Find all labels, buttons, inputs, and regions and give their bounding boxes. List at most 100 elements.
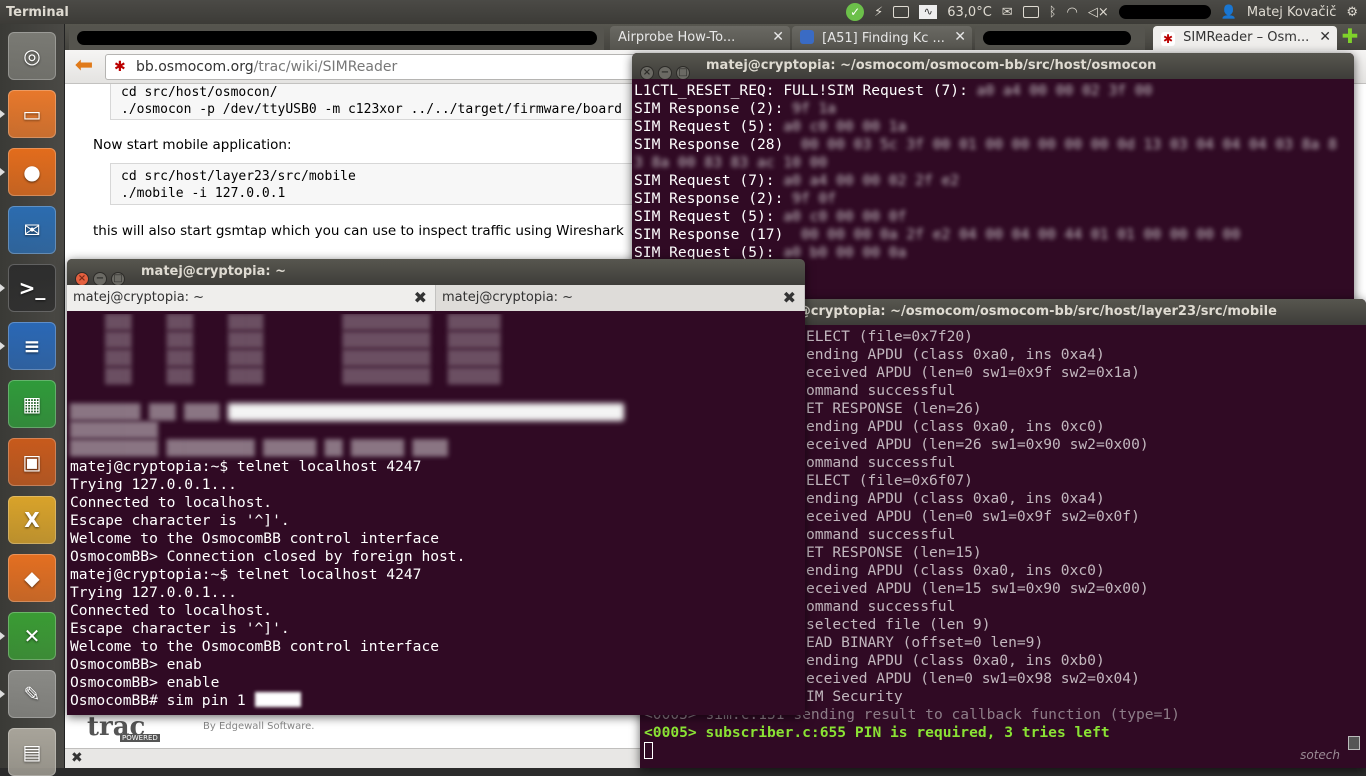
mail-icon[interactable]: ✉ (1002, 5, 1013, 20)
running-indicator-icon (0, 110, 5, 118)
browser-tab-airprobe[interactable]: Airprobe How-To... ✕ (610, 26, 790, 50)
terminal-line: matej@cryptopia:~$ telnet localhost 4247 (70, 566, 422, 583)
close-tab-icon[interactable]: ✕ (1319, 29, 1331, 45)
tab-label: SIMReader – Osm... (1183, 30, 1310, 45)
browser-tab-redacted-2[interactable] (975, 26, 1145, 50)
maximize-window-icon[interactable]: □ (676, 66, 690, 79)
terminal-line: SIM Request (7): a0 a4 00 00 02 2f e2 (634, 172, 1354, 190)
terminal-line: SIM Response (2): 9f 0f (634, 190, 1354, 208)
launcher-calc-icon[interactable]: ▦ (8, 380, 56, 428)
browser-tab-a51[interactable]: [A51] Finding Kc ... ✕ (792, 26, 972, 50)
running-indicator-icon (0, 690, 5, 698)
terminal-tab-1[interactable]: matej@cryptopia: ~ ✖ (67, 285, 436, 311)
launcher-glyph: ✉ (23, 218, 41, 242)
code-line: ./mobile -i 127.0.0.1 (121, 186, 286, 201)
minimize-window-icon[interactable]: − (93, 272, 107, 285)
user-name[interactable]: Matej Kovačič (1247, 5, 1336, 20)
user-icon[interactable]: 👤 (1221, 5, 1237, 20)
terminal-tab-2[interactable]: matej@cryptopia: ~ ✖ (436, 285, 805, 311)
launcher-text-editor-icon[interactable]: ✎ (8, 670, 56, 718)
line-text: SIM Request (5): (634, 118, 784, 135)
blurred-hex: 00 00 00 0a 2f e2 04 00 04 00 44 01 01 0… (792, 226, 1241, 243)
new-tab-button[interactable]: ✚ (1340, 26, 1360, 47)
launcher-thunderbird-icon[interactable]: ✉ (8, 206, 56, 254)
trac-powered-label: POWERED (120, 734, 160, 742)
terminal-line: eceived APDU (len=15 sw1=0x90 sw2=0x00) (806, 580, 1149, 597)
system-monitor-icon[interactable]: ∿ (919, 5, 938, 19)
osmocon-terminal-titlebar[interactable]: × − □ matej@cryptopia: ~/osmocom/osmocom-b… (632, 53, 1354, 79)
bluetooth-icon[interactable]: ᛒ (1049, 5, 1057, 20)
url-bar[interactable]: ✱ bb.osmocom.org/trac/wiki/SIMReader (105, 54, 645, 80)
code-block-osmocon: cd src/host/osmocon/ ./osmocon -p /dev/tt… (110, 84, 650, 120)
browser-tab-redacted[interactable] (69, 26, 604, 50)
launcher-glyph: ◆ (24, 566, 40, 590)
launcher-dash-home-icon[interactable]: ◎ (8, 32, 56, 80)
blurred-line: ███ ███ ████ ██████████ ██████ (70, 314, 501, 331)
line-text: L1CTL_RESET_REQ: FULL!SIM Request (7): (634, 82, 977, 99)
close-window-icon[interactable]: × (640, 66, 654, 79)
terminal-line: Welcome to the OsmocomBB control interfa… (70, 638, 440, 655)
telnet-terminal-titlebar[interactable]: × − □ matej@cryptopia: ~ (67, 259, 805, 285)
telnet-terminal-window[interactable]: × − □ matej@cryptopia: ~ matej@cryptopia: … (67, 259, 805, 715)
telnet-terminal-output[interactable]: ███ ███ ████ ██████████ ██████ ███ ███ █… (67, 314, 805, 715)
terminal-line: ending APDU (class 0xa0, ins 0xb0) (806, 652, 1105, 669)
clipboard-icon[interactable] (893, 6, 910, 18)
terminal-line: ending APDU (class 0xa0, ins 0xc0) (806, 562, 1105, 579)
terminal-line: eceived APDU (len=0 sw1=0x98 sw2=0x04) (806, 670, 1140, 687)
close-window-icon[interactable]: × (75, 272, 89, 285)
launcher-firefox-icon[interactable]: ● (8, 148, 56, 196)
launcher-glyph: ▤ (22, 740, 42, 764)
launcher-impress-icon[interactable]: ▣ (8, 438, 56, 486)
update-icon[interactable]: ✓ (846, 3, 865, 21)
paragraph-start-mobile: Now start mobile application: (93, 137, 292, 153)
volume-icon[interactable]: ◁× (1088, 5, 1109, 20)
terminal-line: OsmocomBB> enab (70, 656, 202, 673)
wifi-icon[interactable]: ◠ (1067, 5, 1078, 20)
launcher-glyph: X (24, 508, 40, 532)
launcher-writer-icon[interactable]: ≡ (8, 322, 56, 370)
terminal-line: Welcome to the OsmocomBB control interfa… (70, 530, 440, 547)
close-find-bar-icon[interactable]: ✖ (71, 750, 83, 766)
blurred-line: ████████ ███ ████ ██████████████████████… (70, 404, 624, 421)
launcher-xchat-icon[interactable]: X (8, 496, 56, 544)
launcher-files-icon[interactable]: ▭ (8, 90, 56, 138)
terminal-line: SIM Response (28) 00 00 03 5c 3f 00 01 0… (634, 136, 1354, 154)
resize-grip-icon[interactable] (1348, 736, 1360, 750)
terminal-cursor (644, 742, 653, 759)
battery-icon[interactable] (1022, 6, 1039, 18)
close-terminal-tab-icon[interactable]: ✖ (414, 285, 427, 311)
blurred-line: ███ ███ ████ ██████████ ██████ (70, 350, 501, 367)
terminal-line: ET RESPONSE (len=26) (806, 400, 982, 417)
launcher-terminal-icon[interactable]: >_ (8, 264, 56, 312)
launcher-printer-icon[interactable]: ▤ (8, 728, 56, 776)
launcher-glyph: ● (23, 160, 41, 184)
close-tab-icon[interactable]: ✕ (954, 29, 966, 45)
launcher-software-center-icon[interactable]: ◆ (8, 554, 56, 602)
redacted-tab-label (983, 31, 1131, 45)
terminal-line: ommand successful (806, 526, 956, 543)
launcher-glyph: ◎ (23, 44, 41, 68)
edgewall-credit[interactable]: By Edgewall Software. (203, 721, 314, 732)
launcher-x-app-icon[interactable]: ✕ (8, 612, 56, 660)
terminal-line: SIM Response (17) 00 00 00 0a 2f e2 04 0… (634, 226, 1354, 244)
line-text: SIM Request (5): (634, 208, 784, 225)
browser-tab-simreader[interactable]: ✱ SIMReader – Osm... ✕ (1153, 26, 1337, 50)
session-gear-icon[interactable]: ⚙ (1346, 5, 1358, 20)
terminal-line: Trying 127.0.0.1... (70, 584, 237, 601)
terminal-line: eceived APDU (len=26 sw1=0x90 sw2=0x00) (806, 436, 1149, 453)
terminal-line: eceived APDU (len=0 sw1=0x9f sw2=0x0f) (806, 508, 1140, 525)
temperature-label[interactable]: 63,0°C (947, 5, 992, 20)
terminal-line: Connected to localhost. (70, 494, 273, 511)
minimize-window-icon[interactable]: − (658, 66, 672, 79)
back-button[interactable]: ⬅ (71, 55, 97, 79)
terminal-line: eceived APDU (len=0 sw1=0x9f sw2=0x1a) (806, 364, 1140, 381)
close-tab-icon[interactable]: ✕ (772, 29, 784, 45)
blurred-hex: 3 8a 00 83 83 ac 10 00 (634, 154, 828, 171)
redacted-pin (254, 692, 301, 707)
indicator-area: ✓ ⚡ ∿ 63,0°C ✉ ᛒ ◠ ◁× 👤 Matej Kovačič ⚙ (846, 0, 1358, 24)
power-icon[interactable]: ⚡ (874, 5, 883, 20)
launcher-glyph: ≡ (23, 334, 41, 358)
close-terminal-tab-icon[interactable]: ✖ (783, 285, 796, 311)
maximize-window-icon[interactable]: □ (111, 272, 125, 285)
